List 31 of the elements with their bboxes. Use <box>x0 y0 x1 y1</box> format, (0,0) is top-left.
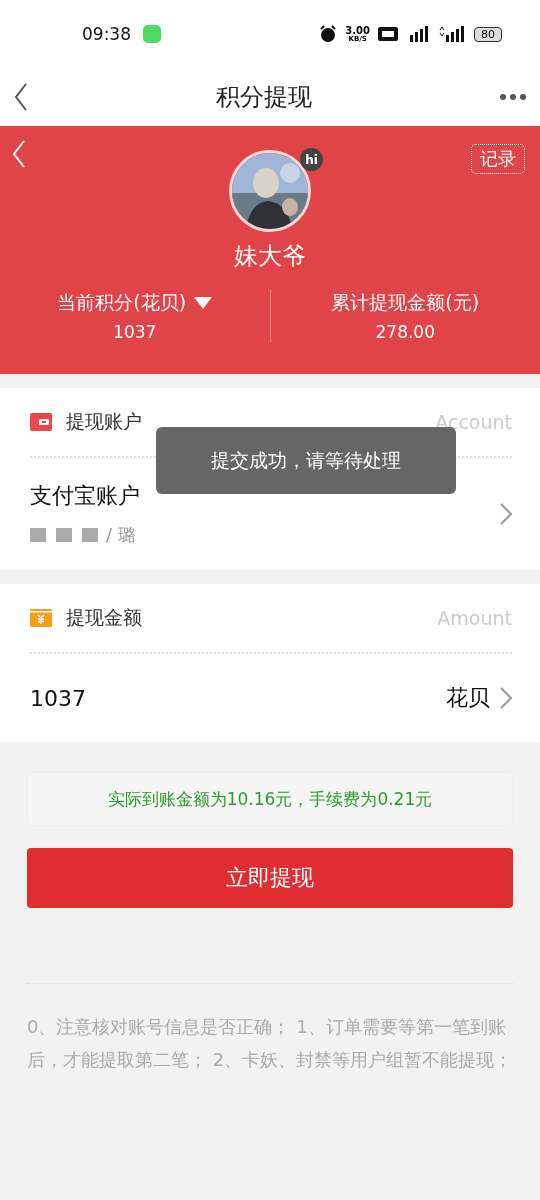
section-title: 提现金额 <box>66 605 142 630</box>
alarm-icon <box>319 25 338 43</box>
yuan-card-icon <box>30 608 52 628</box>
stat-label[interactable]: 当前积分(花贝) <box>57 290 187 316</box>
chevron-icon[interactable] <box>500 503 512 525</box>
rules-text: 0、注意核对账号信息是否正确； 1、订单需要等第一笔到账后，才能提取第二笔； 2、卡妖、封禁等用户组暂不能提现； <box>27 983 513 1076</box>
fee-notice: 实际到账金额为10.16元，手续费为0.21元 <box>27 772 513 826</box>
status-time: 09:38 <box>82 24 131 44</box>
more-icon[interactable] <box>500 94 526 100</box>
page-title: 积分提现 <box>216 82 312 113</box>
section-title: 提现账户 <box>66 409 142 434</box>
withdraw-button[interactable]: 立即提现 <box>27 848 513 908</box>
signal-icon <box>438 26 466 42</box>
back-icon[interactable] <box>14 83 28 111</box>
unit-label[interactable]: 花贝 <box>446 683 490 713</box>
chevron-icon[interactable] <box>500 687 512 709</box>
toast-message: 提交成功，请等待处理 <box>156 427 456 494</box>
message-icon <box>143 25 161 43</box>
network-speed: 3.00 <box>345 25 370 36</box>
stat-label: 累计提现金额(元) <box>331 290 480 315</box>
stat-value: 278.00 <box>375 322 435 342</box>
account-detail: / 璐 <box>106 523 136 547</box>
dropdown-icon[interactable] <box>194 297 213 309</box>
redaction-drawing <box>30 528 98 542</box>
amount-value[interactable]: 1037 <box>30 685 86 711</box>
wallet-icon <box>30 412 52 432</box>
battery-indicator: 80 <box>474 26 502 42</box>
stat-value: 1037 <box>113 322 157 342</box>
username: 妹大爷 <box>234 241 306 272</box>
account-name[interactable]: 支付宝账户 <box>30 481 140 511</box>
hi-badge: hi <box>300 148 323 171</box>
